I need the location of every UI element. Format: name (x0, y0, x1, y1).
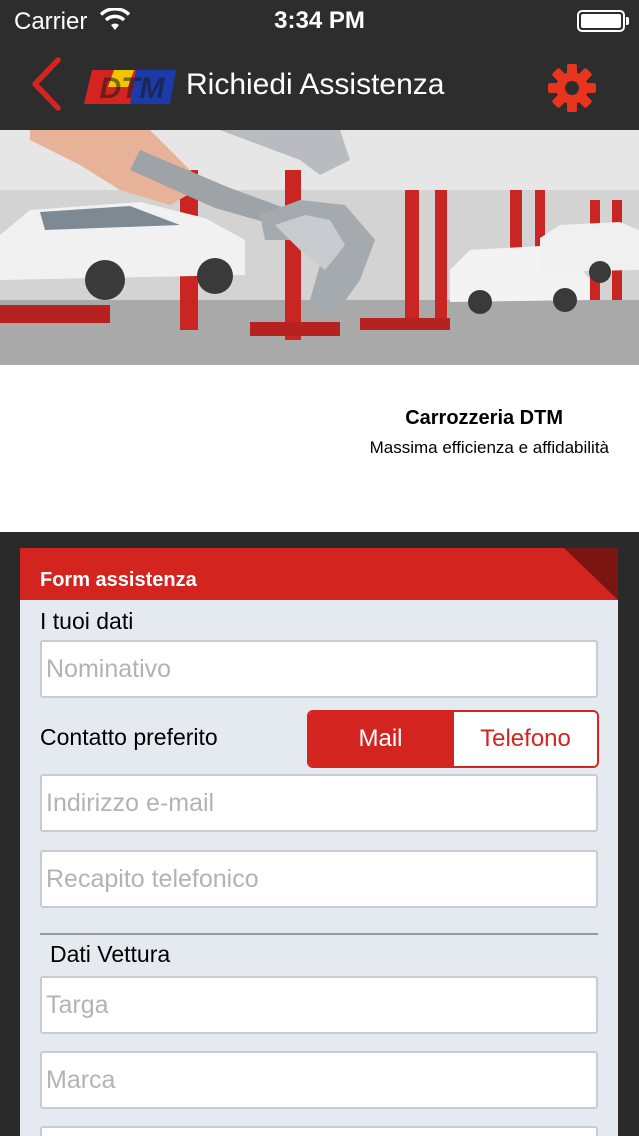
gear-icon[interactable] (546, 62, 598, 114)
page-title: Richiedi Assistenza (186, 68, 445, 101)
garage-illustration (0, 130, 639, 365)
nominativo-input[interactable] (40, 640, 598, 698)
section-personal-label: I tuoi dati (40, 608, 134, 634)
company-tagline: Massima efficienza e affidabilità (369, 438, 609, 457)
dtm-logo: DTM (84, 70, 176, 104)
hero-image (0, 130, 639, 365)
battery-icon (577, 10, 629, 32)
contact-option-mail[interactable]: Mail (309, 712, 452, 766)
form-header: Form assistenza (20, 548, 618, 600)
section-divider (40, 933, 598, 935)
company-info: Carrozzeria DTM Massima efficienza e aff… (0, 365, 639, 532)
back-chevron-icon[interactable] (26, 54, 70, 114)
contact-option-phone[interactable]: Telefono (452, 712, 597, 766)
email-input[interactable] (40, 774, 598, 832)
header-corner-fold (564, 548, 618, 600)
plate-input[interactable] (40, 976, 598, 1034)
assistance-form: Form assistenza I tuoi dati Contatto pre… (20, 548, 618, 1136)
section-vehicle-label: Dati Vettura (50, 941, 171, 967)
brand-input[interactable] (40, 1051, 598, 1109)
next-field-input[interactable] (40, 1126, 598, 1136)
company-name: Carrozzeria DTM (405, 407, 563, 429)
contact-preference-label: Contatto preferito (40, 724, 218, 750)
clock: 3:34 PM (274, 7, 365, 34)
status-bar: Carrier 3:34 PM (0, 0, 639, 42)
nav-bar: DTM Richiedi Assistenza (0, 42, 639, 130)
contact-preference-segmented-control: Mail Telefono (307, 710, 599, 768)
phone-input[interactable] (40, 850, 598, 908)
form-title: Form assistenza (40, 569, 197, 591)
dtm-logo-text: DTM (100, 72, 166, 104)
